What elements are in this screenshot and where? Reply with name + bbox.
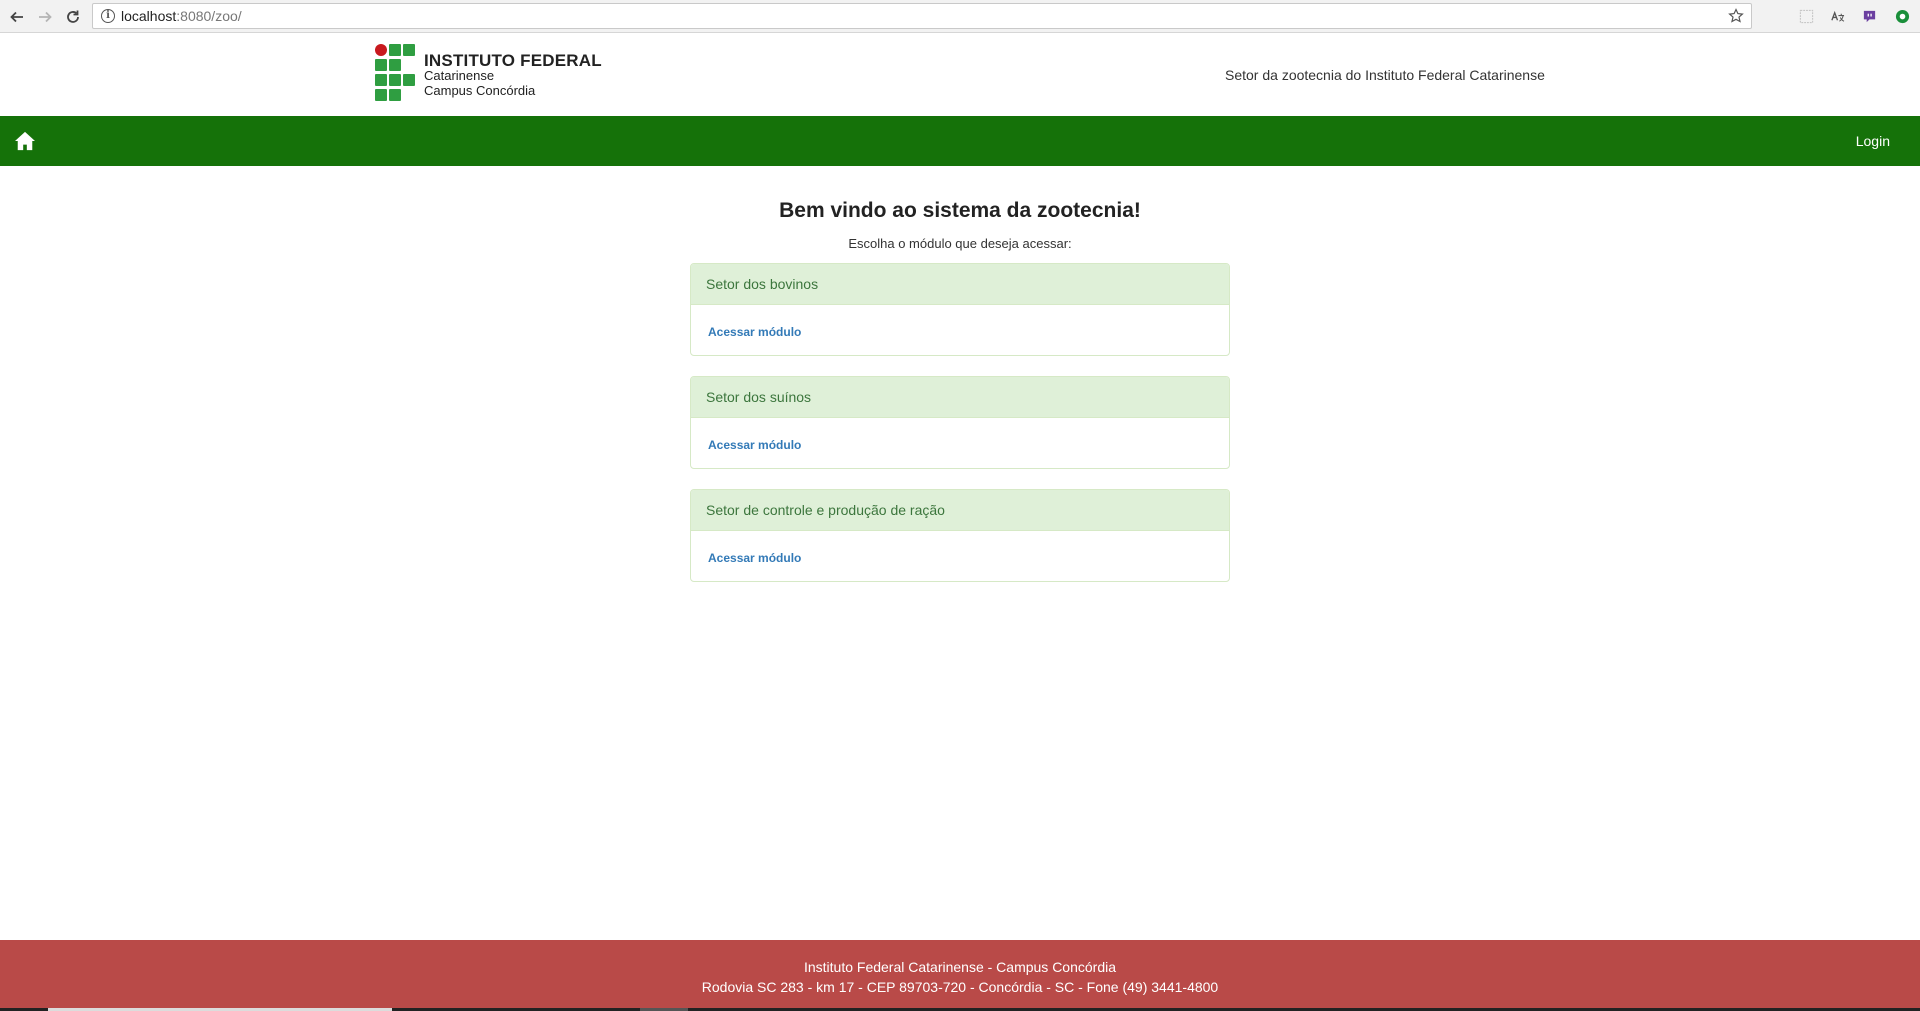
logo-grid-icon bbox=[375, 44, 419, 102]
arrow-left-icon bbox=[10, 11, 23, 23]
home-button[interactable] bbox=[12, 129, 38, 153]
logo-text: INSTITUTO FEDERAL Catarinense Campus Con… bbox=[424, 51, 602, 98]
module-panel-suinos: Setor dos suínos Acessar módulo bbox=[690, 376, 1230, 469]
module-panel-heading: Setor de controle e produção de ração bbox=[691, 490, 1229, 531]
page-title: Bem vindo ao sistema da zootecnia! bbox=[779, 199, 1141, 222]
page-subtitle: Escolha o módulo que deseja acessar: bbox=[848, 236, 1072, 251]
back-button[interactable] bbox=[4, 4, 30, 30]
reload-button[interactable] bbox=[60, 4, 86, 30]
extension-placeholder-icon[interactable] bbox=[1797, 7, 1815, 25]
reload-icon bbox=[67, 10, 79, 23]
module-panel-heading: Setor dos bovinos bbox=[691, 264, 1229, 305]
bookmark-star-icon[interactable] bbox=[1727, 7, 1745, 25]
site-header: INSTITUTO FEDERAL Catarinense Campus Con… bbox=[0, 34, 1920, 116]
arrow-right-icon bbox=[39, 11, 52, 23]
translate-icon[interactable] bbox=[1828, 7, 1846, 25]
url-path: :8080/zoo/ bbox=[176, 8, 242, 24]
access-module-link-bovinos[interactable]: Acessar módulo bbox=[708, 325, 801, 339]
logo-campus: Campus Concórdia bbox=[424, 83, 536, 98]
module-panel-bovinos: Setor dos bovinos Acessar módulo bbox=[690, 263, 1230, 356]
module-panel-racao: Setor de controle e produção de ração Ac… bbox=[690, 489, 1230, 582]
logo-title: INSTITUTO FEDERAL bbox=[424, 51, 602, 70]
login-link[interactable]: Login bbox=[1856, 133, 1890, 149]
module-panel-body: Acessar módulo bbox=[691, 531, 1229, 567]
site-footer: Instituto Federal Catarinense - Campus C… bbox=[0, 940, 1920, 1011]
address-bar[interactable]: i localhost:8080/zoo/ bbox=[92, 3, 1752, 29]
navbar: Login bbox=[0, 116, 1920, 166]
access-module-link-racao[interactable]: Acessar módulo bbox=[708, 551, 801, 565]
vpn-extension-icon[interactable] bbox=[1893, 7, 1911, 25]
info-icon[interactable]: i bbox=[101, 9, 115, 23]
module-panel-body: Acessar módulo bbox=[691, 418, 1229, 454]
page: i localhost:8080/zoo/ INSTITUTO FEDERAL… bbox=[0, 0, 1920, 1011]
institute-logo[interactable]: INSTITUTO FEDERAL Catarinense Campus Con… bbox=[375, 44, 605, 106]
module-panel-heading: Setor dos suínos bbox=[691, 377, 1229, 418]
access-module-link-suinos[interactable]: Acessar módulo bbox=[708, 438, 801, 452]
footer-institution: Instituto Federal Catarinense - Campus C… bbox=[803, 959, 1117, 975]
module-panel-body: Acessar módulo bbox=[691, 305, 1229, 341]
home-icon bbox=[15, 131, 35, 151]
browser-toolbar: i localhost:8080/zoo/ bbox=[0, 0, 1920, 33]
header-tagline: Setor da zootecnia do Instituto Federal … bbox=[1225, 67, 1545, 83]
forward-button[interactable] bbox=[32, 4, 58, 30]
logo-subtitle: Catarinense bbox=[424, 68, 495, 83]
footer-address: Rodovia SC 283 - km 17 - CEP 89703-720 -… bbox=[701, 979, 1219, 995]
chat-extension-icon[interactable] bbox=[1860, 7, 1878, 25]
url-host: localhost bbox=[121, 8, 177, 24]
